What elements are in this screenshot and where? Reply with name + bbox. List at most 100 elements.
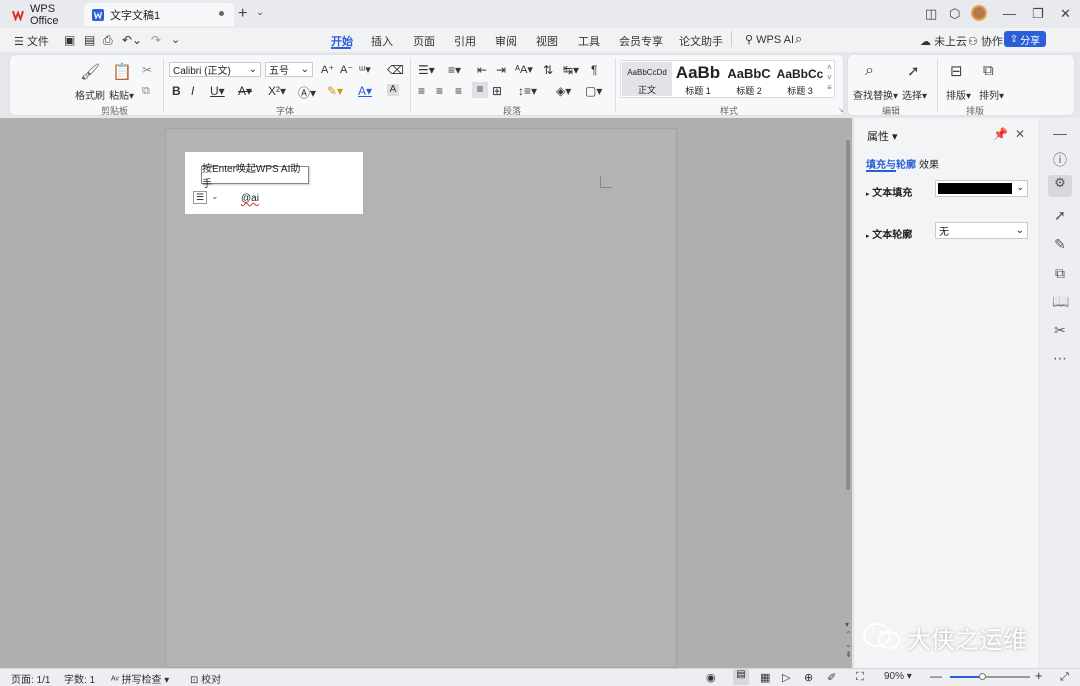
align-center-icon[interactable]: ≡ xyxy=(436,84,443,98)
decrease-indent-icon[interactable]: ⇤ xyxy=(477,63,487,77)
align-right-icon[interactable]: ≡ xyxy=(455,84,462,98)
tab-wps-office[interactable]: WPS Office xyxy=(4,3,84,27)
select-pointer-icon[interactable]: ➚ xyxy=(1052,207,1068,224)
menu-page[interactable]: 页面 xyxy=(413,33,435,49)
close-icon[interactable]: ✕ xyxy=(1015,127,1025,141)
zoom-select[interactable]: 90% ▾ xyxy=(884,671,912,682)
menu-paper-assistant[interactable]: 论文助手 xyxy=(679,33,723,49)
menu-file[interactable]: ☰ 文件 xyxy=(14,33,49,49)
annotate-icon[interactable]: ✐ xyxy=(827,671,836,684)
tab-dropdown-icon[interactable]: ⌄ xyxy=(256,7,264,18)
edit-image-icon[interactable]: ⧉ xyxy=(1052,265,1068,282)
menu-review[interactable]: 审阅 xyxy=(495,33,517,49)
panel-title[interactable]: 属性 ▾ xyxy=(867,128,898,144)
highlight-icon[interactable]: ✎▾ xyxy=(327,84,343,98)
text-fill-row[interactable]: ▸ 文本填充 xyxy=(866,184,912,199)
zoom-out-icon[interactable]: — xyxy=(930,669,942,683)
proofread[interactable]: ⊡ 校对 xyxy=(190,671,221,686)
text-outline-select[interactable]: 无 ⌄ xyxy=(935,222,1028,239)
align-left-icon[interactable]: ≡ xyxy=(418,84,425,98)
page-view-icon[interactable]: ▤ xyxy=(733,669,749,685)
menu-view[interactable]: 视图 xyxy=(536,33,558,49)
layout-button[interactable]: 排版▾ xyxy=(946,87,971,102)
search-icon[interactable]: ⌕ xyxy=(795,31,802,47)
cut-icon[interactable]: ✂ xyxy=(142,63,152,77)
style-heading-1[interactable]: AaBb 标题 1 xyxy=(673,62,723,96)
print-icon[interactable]: ⎙ xyxy=(103,33,113,48)
menu-insert[interactable]: 插入 xyxy=(371,33,393,49)
scroll-thumb[interactable] xyxy=(846,140,850,490)
page-count[interactable]: 页面: 1/1 xyxy=(11,671,50,686)
show-marks-icon[interactable]: ¶ xyxy=(591,63,597,77)
zoom-in-icon[interactable]: + xyxy=(1035,668,1043,683)
chevron-down-icon[interactable]: ⌄ xyxy=(211,191,219,202)
more-quick-icon[interactable]: ⌄ xyxy=(171,33,180,46)
pin-icon[interactable]: 📌 xyxy=(993,127,1008,141)
bullet-list-icon[interactable]: ☰▾ xyxy=(418,63,435,77)
collab-button[interactable]: ⚇ 协作 xyxy=(968,33,1003,49)
typed-text[interactable]: @ai xyxy=(241,193,259,204)
text-outline-row[interactable]: ▸ 文本轮廓 xyxy=(866,226,912,241)
page-nav-icon[interactable]: ▾ ⌃ ⌄ ⇟ xyxy=(845,620,852,660)
tab-document[interactable]: 文字文稿1 xyxy=(84,3,234,26)
play-icon[interactable]: ▷ xyxy=(782,671,790,684)
select-button[interactable]: 选择▾ xyxy=(902,87,927,102)
justify-icon[interactable]: ≡ xyxy=(472,82,488,98)
layout-icon[interactable]: ◫ xyxy=(925,6,937,22)
collapse-icon[interactable]: — xyxy=(1052,125,1068,141)
restore-icon[interactable]: ❐ xyxy=(1032,6,1044,22)
redo-icon[interactable]: ↷ xyxy=(151,33,161,47)
panel-tab-fill-outline[interactable]: 填充与轮廓 xyxy=(866,156,916,171)
menu-member[interactable]: 会员专享 xyxy=(619,33,663,49)
panel-tab-effects[interactable]: 效果 xyxy=(919,156,939,171)
fullscreen-icon[interactable]: ⤢ xyxy=(1060,671,1069,684)
borders-icon[interactable]: ▢▾ xyxy=(585,84,602,98)
clear-format-icon[interactable]: ⌫ xyxy=(387,63,404,77)
strikethrough-icon[interactable]: A▾ xyxy=(238,84,252,98)
eye-icon[interactable]: ◉ xyxy=(706,671,716,684)
copy-icon[interactable]: ⧉ xyxy=(142,85,150,98)
numbered-list-icon[interactable]: ≡▾ xyxy=(448,63,461,77)
help-icon[interactable]: ⓘ xyxy=(1052,150,1068,170)
bold-icon[interactable]: B xyxy=(172,84,181,98)
style-heading-3[interactable]: AaBbCc 标题 3 xyxy=(775,62,825,96)
styles-scroll-icon[interactable]: ˄ ˅ ≡ xyxy=(827,63,832,93)
arrange-button[interactable]: 排列▾ xyxy=(979,87,1004,102)
menu-tools[interactable]: 工具 xyxy=(578,33,600,49)
grow-font-icon[interactable]: A⁺ xyxy=(321,63,334,76)
font-size-select[interactable]: 五号 ⌄ xyxy=(265,62,313,77)
text-fill-select[interactable]: ⌄ xyxy=(935,180,1028,197)
dialog-launcher-icon[interactable]: ↘ xyxy=(838,106,844,114)
menu-wps-ai[interactable]: ⚲ WPS AI xyxy=(745,33,794,46)
web-view-icon[interactable]: ▦ xyxy=(760,671,770,684)
menu-reference[interactable]: 引用 xyxy=(454,33,476,49)
style-heading-2[interactable]: AaBbC 标题 2 xyxy=(724,62,774,96)
tools-icon[interactable]: ✂ xyxy=(1052,322,1068,339)
undo-icon[interactable]: ↶⌄ xyxy=(122,33,142,47)
shrink-font-icon[interactable]: A⁻ xyxy=(340,63,353,76)
save-icon[interactable]: ▣ xyxy=(64,33,75,47)
find-replace-button[interactable]: 查找替换▾ xyxy=(853,87,898,102)
avatar[interactable] xyxy=(971,5,987,21)
globe-icon[interactable]: ⊕ xyxy=(804,671,813,684)
underline-icon[interactable]: U▾ xyxy=(210,84,225,98)
new-tab-button[interactable]: + xyxy=(238,5,247,23)
paragraph-handle-icon[interactable]: ☰ xyxy=(193,191,207,204)
paste-button[interactable]: 粘贴▾ xyxy=(109,87,134,102)
text-effect-icon[interactable]: Ⓐ▾ xyxy=(298,84,316,101)
phonetic-icon[interactable]: ᵚ▾ xyxy=(359,63,371,76)
style-normal[interactable]: AaBbCcDd 正文 xyxy=(622,62,672,96)
text-direction-icon[interactable]: ↹▾ xyxy=(563,63,579,77)
word-count[interactable]: 字数: 1 xyxy=(64,671,95,686)
pen-icon[interactable]: ✎ xyxy=(1052,236,1068,253)
zoom-slider-thumb[interactable] xyxy=(979,673,986,680)
more-icon[interactable]: ⋯ xyxy=(1052,350,1068,367)
export-icon[interactable]: ▤ xyxy=(84,33,95,47)
share-button[interactable]: ⇪ 分享 xyxy=(1004,31,1046,47)
char-shading-icon[interactable]: A xyxy=(387,84,399,96)
sort-icon[interactable]: ⇅ xyxy=(543,63,553,77)
close-window-icon[interactable]: ✕ xyxy=(1060,6,1071,22)
cloud-status[interactable]: ☁ 未上云 xyxy=(920,33,967,49)
increase-indent-icon[interactable]: ⇥ xyxy=(496,63,506,77)
shading-icon[interactable]: ◈▾ xyxy=(556,84,571,98)
